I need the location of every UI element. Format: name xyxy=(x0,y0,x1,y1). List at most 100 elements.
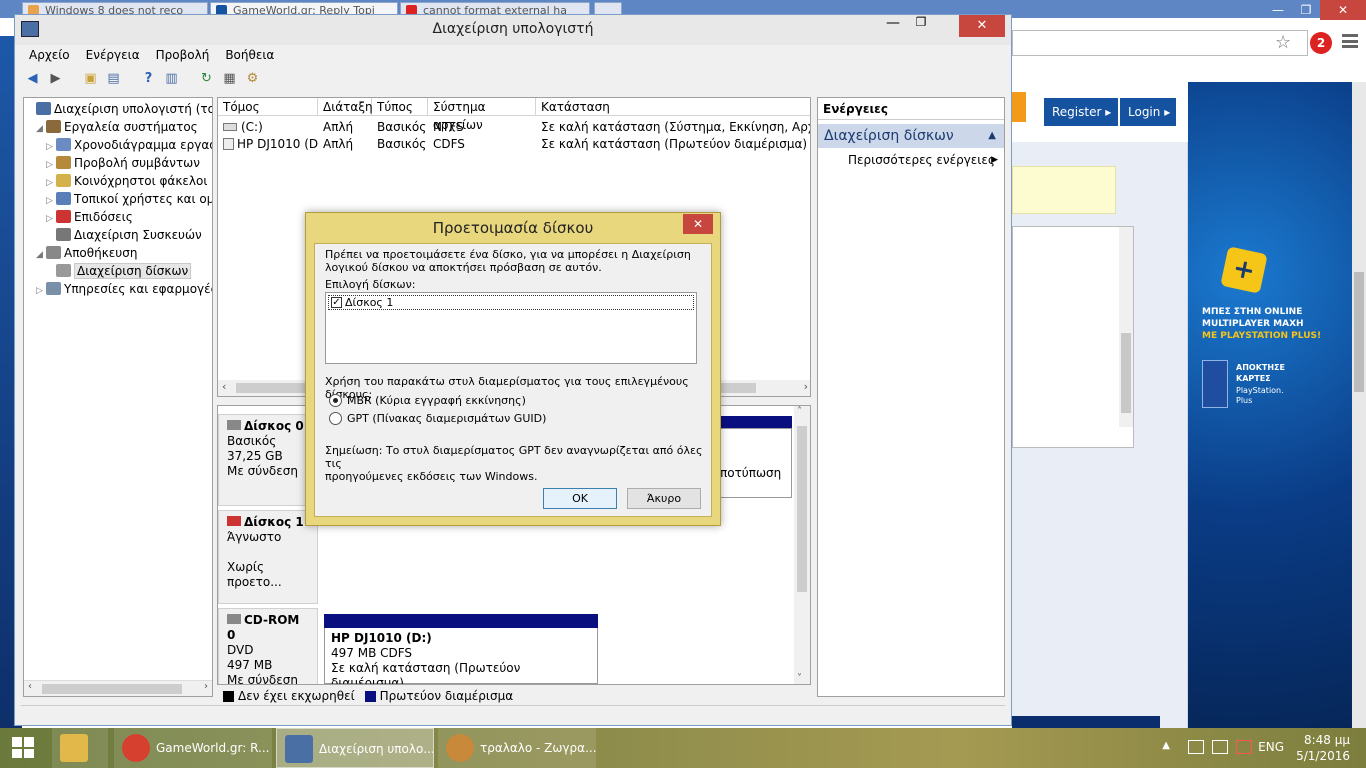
reply-textarea[interactable] xyxy=(1012,226,1134,448)
taskbar-chrome[interactable]: GameWorld.gr: R... xyxy=(114,728,272,768)
taskbar-file-explorer[interactable] xyxy=(52,728,108,768)
up-folder-icon[interactable]: ▣ xyxy=(81,69,100,88)
table-row[interactable]: (C:) Απλή Βασικός NTFS Σε καλή κατάσταση… xyxy=(218,119,810,136)
cdrom-partition[interactable]: HP DJ1010 (D:) 497 MB CDFS Σε καλή κατάσ… xyxy=(324,628,598,684)
scroll-right-icon[interactable]: › xyxy=(204,681,208,692)
menu-help[interactable]: Βοήθεια xyxy=(225,45,274,65)
ok-button[interactable]: OK xyxy=(543,488,617,509)
event-viewer-icon xyxy=(56,156,71,169)
help-icon[interactable]: ? xyxy=(139,69,158,88)
maximize-button[interactable]: ❐ xyxy=(907,15,935,37)
graphical-view-scrollbar[interactable]: ˄ ˅ xyxy=(794,406,810,684)
cancel-button[interactable]: Άκυρο xyxy=(627,488,701,509)
browser-close-button[interactable]: ✕ xyxy=(1320,0,1366,20)
disk-warning-icon xyxy=(227,516,241,526)
tree-item[interactable]: ▷ Κοινόχρηστοι φάκελοι xyxy=(46,172,207,190)
login-button[interactable]: Login ▸ xyxy=(1120,98,1176,126)
column-header-filesystem[interactable]: Σύστημα αρχείων xyxy=(428,98,536,132)
taskbar-computer-management[interactable]: Διαχείριση υπολο... xyxy=(276,728,434,768)
disk-1-item[interactable]: ✓ Δίσκος 1 xyxy=(328,295,694,310)
tree-item-label: Εργαλεία συστήματος xyxy=(64,120,198,134)
settings-icon[interactable]: ⚙ xyxy=(243,69,262,88)
action-center-icon[interactable] xyxy=(1212,740,1228,754)
tree-item[interactable]: ▷Χρονοδιάγραμμα εργασιώ xyxy=(46,136,212,154)
banner-line: MULTIPLAYER ΜΑΧΗ xyxy=(1202,319,1304,329)
textarea-scrollbar[interactable] xyxy=(1119,227,1133,427)
refresh-icon[interactable]: ↻ xyxy=(197,69,216,88)
mbr-option[interactable]: MBR (Κύρια εγγραφή εκκίνησης) xyxy=(329,394,526,408)
computer-management-icon xyxy=(285,735,313,763)
tree-item[interactable]: ◢ Αποθήκευση xyxy=(36,244,137,262)
dialog-close-button[interactable]: ✕ xyxy=(683,214,713,234)
browser-maximize-button[interactable]: ❐ xyxy=(1292,0,1320,20)
tree-item[interactable]: ▷ Υπηρεσίες και εφαρμογές xyxy=(36,280,212,300)
column-header-type[interactable]: Τύπος xyxy=(372,98,428,116)
input-language[interactable]: ENG xyxy=(1258,740,1284,754)
show-hide-tree-icon[interactable]: ▤ xyxy=(104,69,123,88)
page-scrollbar[interactable] xyxy=(1352,82,1366,728)
disk-0-label[interactable]: Δίσκος 0 Βασικός 37,25 GB Με σύνδεση xyxy=(218,414,318,506)
minimize-button[interactable]: — xyxy=(879,15,907,37)
gpt-option[interactable]: GPT (Πίνακας διαμερισμάτων GUID) xyxy=(329,412,546,426)
menu-view[interactable]: Προβολή xyxy=(156,45,210,65)
properties-icon[interactable]: ▦ xyxy=(220,69,239,88)
disk-1-checkbox[interactable]: ✓ xyxy=(331,297,342,308)
close-button[interactable]: ✕ xyxy=(959,15,1005,37)
browser-menu-icon[interactable] xyxy=(1342,34,1358,48)
forward-arrow-icon[interactable]: ▶ xyxy=(46,69,65,88)
browser-minimize-button[interactable]: — xyxy=(1264,0,1292,20)
scroll-left-icon[interactable]: ‹ xyxy=(222,380,226,393)
bookmark-star-icon[interactable]: ☆ xyxy=(1275,32,1291,53)
table-row[interactable]: HP DJ1010 (D:) Απλή Βασικός CDFS Σε καλή… xyxy=(218,136,810,153)
disk-icon xyxy=(227,420,241,430)
scroll-left-icon[interactable]: ‹ xyxy=(28,681,32,692)
tree-expander-icon[interactable]: ◢ xyxy=(36,120,46,138)
menu-file[interactable]: Αρχείο xyxy=(29,45,70,65)
collapse-arrow-icon[interactable]: ▲ xyxy=(988,124,996,148)
scroll-up-icon[interactable]: ˄ xyxy=(797,406,802,417)
actions-section-disk-management[interactable]: Διαχείριση δίσκων ▲ xyxy=(818,124,1004,148)
disk-0-partition[interactable] xyxy=(716,428,792,498)
window-titlebar[interactable]: Διαχείριση υπολογιστή — ❐ ✕ xyxy=(15,15,1011,45)
column-header-layout[interactable]: Διάταξη xyxy=(318,98,373,116)
tree-expander-icon[interactable]: ▷ xyxy=(36,282,46,300)
banner-line: ΜΕ PLAYSTATION PLUS! xyxy=(1202,331,1322,341)
show-action-pane-icon[interactable]: ▥ xyxy=(162,69,181,88)
menu-action[interactable]: Ενέργεια xyxy=(86,45,140,65)
extension-badge-icon[interactable]: 2 xyxy=(1310,32,1332,54)
tree-expander-icon[interactable]: ◢ xyxy=(36,246,46,264)
column-header-status[interactable]: Κατάσταση xyxy=(536,98,810,116)
gpt-radio[interactable] xyxy=(329,412,342,425)
cell-filesystem: CDFS xyxy=(433,137,465,151)
network-icon[interactable] xyxy=(1188,740,1204,754)
taskbar: GameWorld.gr: R... Διαχείριση υπολο... τ… xyxy=(0,728,1366,768)
section-label: Διαχείριση δίσκων xyxy=(824,128,954,144)
tree-item[interactable]: Διαχείριση Συσκευών xyxy=(46,226,202,244)
mbr-radio[interactable] xyxy=(329,394,342,407)
back-arrow-icon[interactable]: ◀ xyxy=(23,69,42,88)
intro-line: λογικού δίσκου να αποκτήσει πρόσβαση σε … xyxy=(325,261,602,274)
register-button[interactable]: Register ▸ xyxy=(1044,98,1118,126)
tree-horizontal-scrollbar[interactable]: ‹ › xyxy=(24,680,212,696)
tree-item[interactable]: ▷ Επιδόσεις xyxy=(46,208,133,226)
clock[interactable]: 8:48 μμ 5/1/2016 xyxy=(1290,732,1350,764)
tree-item[interactable]: ◢ Εργαλεία συστήματος xyxy=(36,118,198,136)
volume-muted-icon[interactable] xyxy=(1236,740,1252,754)
more-actions-item[interactable]: Περισσότερες ενέργειες ▶ xyxy=(848,151,998,169)
cdrom-0-label[interactable]: CD-ROM 0 DVD 497 MB Με σύνδεση xyxy=(218,608,318,684)
tree-item[interactable]: Διαχείριση δίσκων xyxy=(46,262,192,280)
taskbar-paint[interactable]: τραλαλο - Ζωγρα... xyxy=(438,728,596,768)
tree-item[interactable]: Διαχείριση υπολογιστή (τοπικού xyxy=(26,100,212,118)
tree-item[interactable]: ▷Τοπικοί χρήστες και ομάδ xyxy=(46,190,212,208)
playstation-plus-banner[interactable]: + ΜΠΕΣ ΣΤΗΝ ONLINE MULTIPLAYER ΜΑΧΗ ΜΕ P… xyxy=(1188,82,1366,728)
show-hidden-icons-icon[interactable]: ▲ xyxy=(1162,740,1170,751)
scroll-down-icon[interactable]: ˅ xyxy=(797,673,802,684)
column-header-volume[interactable]: Τόμος xyxy=(218,98,318,116)
banner-line: Plus xyxy=(1236,396,1253,405)
start-button[interactable] xyxy=(0,728,48,768)
disk-1-label[interactable]: Δίσκος 1 Άγνωστο Χωρίς προετο... xyxy=(218,510,318,604)
scroll-right-icon[interactable]: › xyxy=(804,380,808,393)
tree-item[interactable]: ▷ Προβολή συμβάντων xyxy=(46,154,200,172)
address-bar[interactable] xyxy=(1012,30,1308,56)
tree-item-label: Διαχείριση Συσκευών xyxy=(74,228,202,242)
